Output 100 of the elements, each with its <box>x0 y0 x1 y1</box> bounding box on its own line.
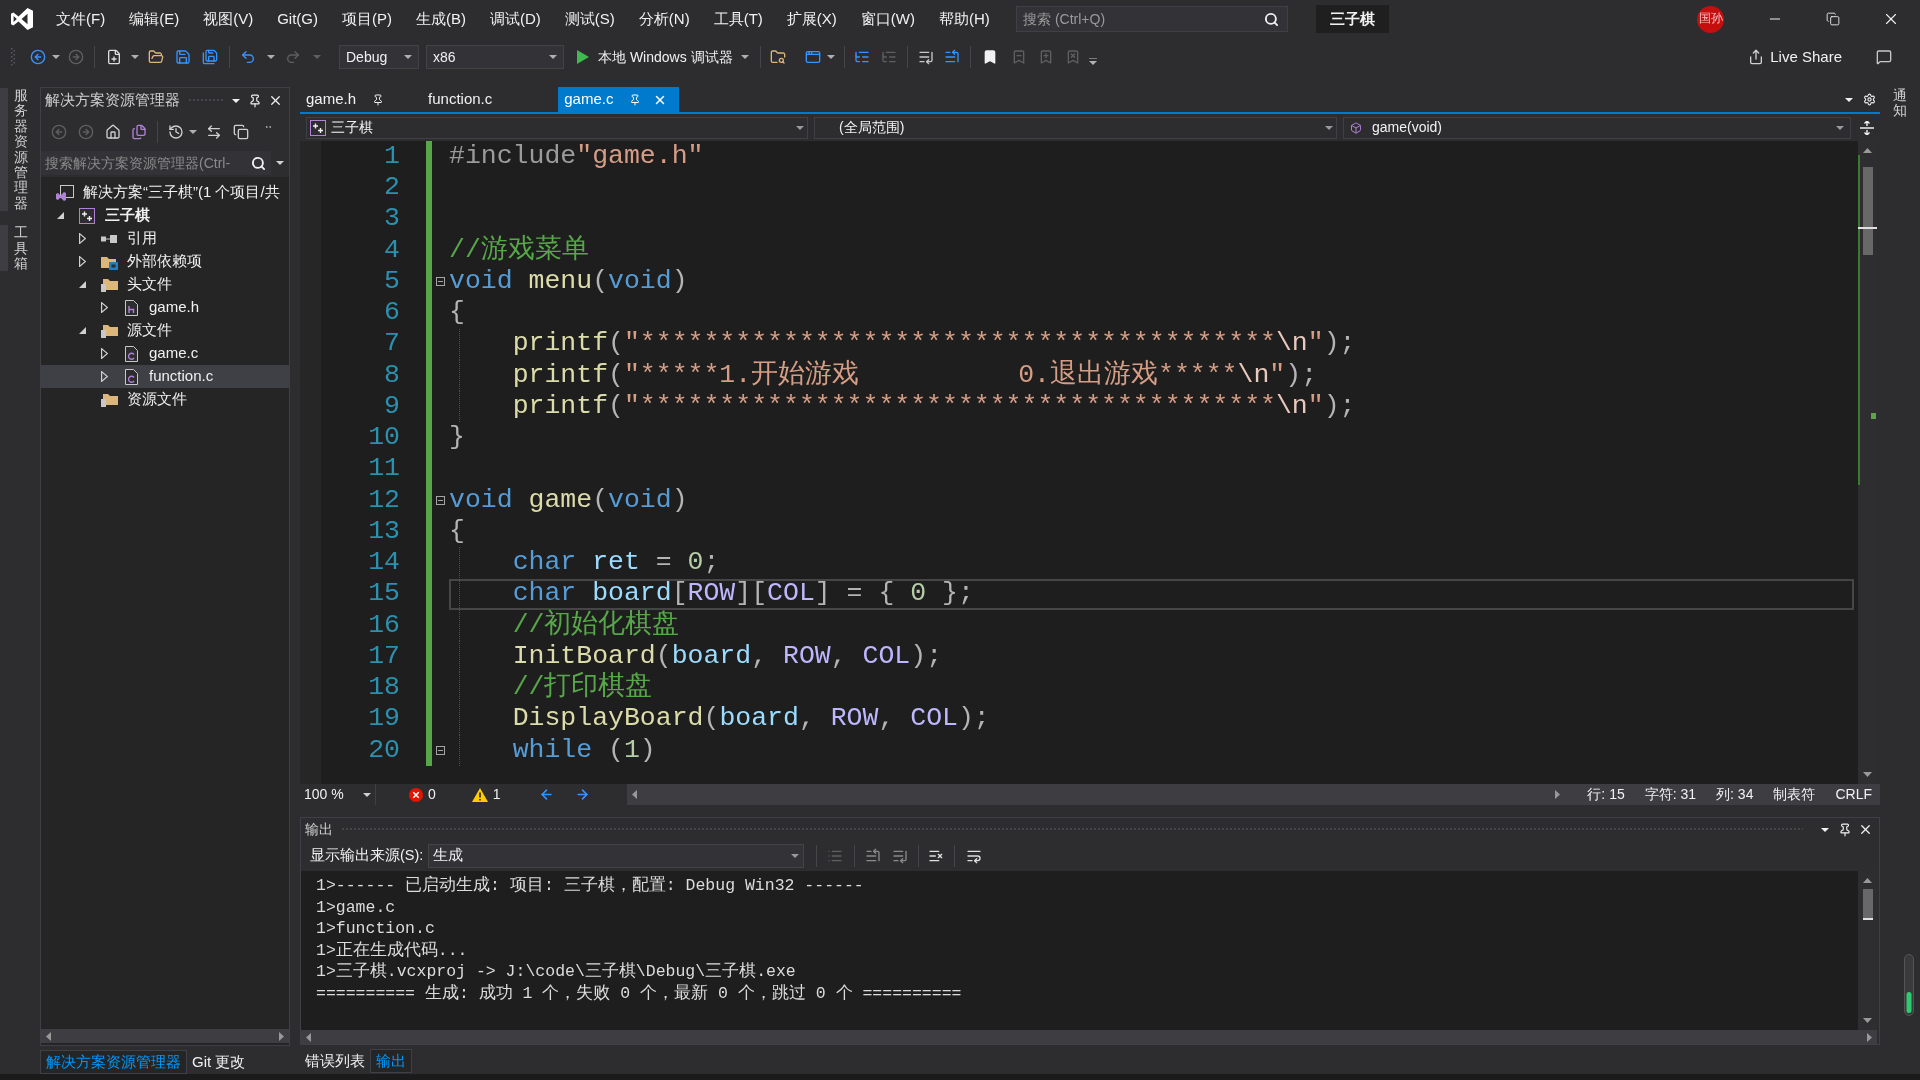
scroll-right-icon[interactable] <box>279 1031 284 1041</box>
app-window-icon[interactable] <box>804 49 821 65</box>
tree-item[interactable]: 资源文件 <box>41 388 289 411</box>
scope-dropdown[interactable]: (全局范围) <box>814 116 1337 139</box>
menu-item[interactable]: 编辑(E) <box>117 6 192 32</box>
menu-item[interactable]: 分析(N) <box>626 6 702 32</box>
menu-item[interactable]: 视图(V) <box>191 6 266 32</box>
menu-item[interactable]: Git(G) <box>265 6 330 32</box>
caret-icon[interactable] <box>1821 827 1829 832</box>
files-icon[interactable] <box>131 124 147 140</box>
swap-arrows-icon[interactable] <box>206 124 222 140</box>
menu-item[interactable]: 项目(P) <box>330 6 404 32</box>
collapsed-arrow-icon[interactable] <box>100 302 108 313</box>
menu-item[interactable]: 生成(B) <box>404 6 478 32</box>
tree-item[interactable]: function.c <box>41 365 289 388</box>
word-wrap-icon[interactable] <box>966 848 983 864</box>
tree-item[interactable]: 源文件 <box>41 319 289 342</box>
pin-icon[interactable] <box>1838 822 1852 837</box>
scrollbar-thumb[interactable] <box>1862 889 1873 920</box>
status-item[interactable]: 字符: 31 <box>1644 784 1697 805</box>
expanded-arrow-icon[interactable] <box>56 212 64 219</box>
clear-list-icon[interactable] <box>928 848 945 864</box>
member-dropdown[interactable]: game(void) <box>1343 116 1851 139</box>
start-debugging-button[interactable]: 本地 Windows 调试器 <box>574 44 752 70</box>
customize-caret-icon[interactable] <box>1088 57 1097 65</box>
list-tree-icon[interactable] <box>853 49 870 65</box>
tree-item[interactable]: 解决方案“三子棋”(1 个项目/共 <box>41 181 289 204</box>
project-dropdown[interactable]: 三子棋 <box>306 116 808 139</box>
collapsed-arrow-icon[interactable] <box>100 371 108 382</box>
collapse-icon[interactable] <box>436 277 445 287</box>
scroll-up-icon[interactable] <box>1863 878 1872 883</box>
side-tab[interactable]: 通知 <box>1893 88 1907 119</box>
home-icon[interactable] <box>105 124 121 140</box>
pin-icon[interactable] <box>248 93 262 108</box>
scroll-down-icon[interactable] <box>1863 1018 1872 1023</box>
menu-item[interactable]: 帮助(H) <box>926 6 1002 32</box>
caret-icon[interactable] <box>189 130 197 134</box>
scroll-right-icon[interactable] <box>1867 1032 1872 1042</box>
history-icon[interactable] <box>168 124 184 140</box>
panel-tab[interactable]: 输出 <box>370 1049 412 1073</box>
collapsed-arrow-icon[interactable] <box>100 348 108 359</box>
tree-item[interactable]: 头文件 <box>41 273 289 296</box>
caret-icon[interactable] <box>276 161 284 165</box>
settings-icon[interactable] <box>1863 93 1876 106</box>
search-field[interactable]: 搜索 (Ctrl+Q) <box>1017 7 1264 31</box>
editor-tab[interactable]: game.h <box>300 87 423 112</box>
message-icon[interactable] <box>1876 49 1892 65</box>
next-arrow-icon[interactable] <box>574 787 590 802</box>
caret-icon[interactable] <box>1845 97 1853 102</box>
close-icon[interactable] <box>1858 822 1873 837</box>
live-share-button[interactable]: Live Share <box>1744 44 1846 70</box>
collapse-icon[interactable] <box>436 745 445 755</box>
menu-item[interactable]: 工具(T) <box>701 6 775 32</box>
menu-item[interactable]: 文件(F) <box>44 6 118 32</box>
error-count[interactable]: 0 <box>428 784 436 805</box>
pin-icon[interactable] <box>372 93 385 106</box>
menu-item[interactable]: 测试(S) <box>552 6 627 32</box>
menu-item[interactable]: 窗口(W) <box>848 6 927 32</box>
menu-item[interactable]: 调试(D) <box>478 6 553 32</box>
vertical-scrollbar[interactable] <box>1858 871 1877 1030</box>
horizontal-scrollbar[interactable] <box>301 1030 1877 1044</box>
new-file-icon[interactable] <box>106 49 122 65</box>
platform-dropdown[interactable]: x86 <box>426 45 564 69</box>
collapse-icon[interactable] <box>436 495 445 505</box>
scroll-down-icon[interactable] <box>1863 772 1872 777</box>
collapsed-arrow-icon[interactable] <box>78 256 86 267</box>
restore-icon[interactable] <box>1826 12 1840 26</box>
open-folder-icon[interactable] <box>148 49 164 65</box>
tree-item[interactable]: game.c <box>41 342 289 365</box>
tree-item[interactable]: 引用 <box>41 227 289 250</box>
split-icon[interactable] <box>1860 120 1874 135</box>
panel-tab[interactable]: Git 更改 <box>187 1050 251 1074</box>
list-start-icon[interactable] <box>865 848 882 864</box>
list-end-icon[interactable] <box>917 49 934 65</box>
status-item[interactable]: 制表符 <box>1773 784 1816 805</box>
source-dropdown[interactable]: 生成 <box>428 844 805 868</box>
menu-item[interactable]: 扩展(X) <box>774 6 849 32</box>
stacked-squares-icon[interactable] <box>233 124 249 140</box>
status-item[interactable]: 行: 15 <box>1587 784 1625 805</box>
scroll-up-icon[interactable] <box>1863 148 1872 153</box>
collapsed-arrow-icon[interactable] <box>78 233 86 244</box>
configuration-dropdown[interactable]: Debug <box>339 45 419 69</box>
grip-icon[interactable] <box>11 48 15 66</box>
expanded-arrow-icon[interactable] <box>78 327 86 334</box>
search-box[interactable]: 搜索 (Ctrl+Q) <box>1016 6 1288 32</box>
tree-item[interactable]: 三子棋 <box>41 204 289 227</box>
save-icon[interactable] <box>175 49 191 65</box>
folder-search-icon[interactable] <box>769 49 786 65</box>
close-icon[interactable] <box>268 93 283 108</box>
account-avatar[interactable]: 国孙 <box>1697 5 1724 33</box>
caret-icon[interactable] <box>267 55 275 59</box>
list-end-icon[interactable] <box>892 848 909 864</box>
side-tab[interactable]: 工具箱 <box>0 225 30 272</box>
editor-tab[interactable]: function.c <box>422 87 559 112</box>
save-all-icon[interactable] <box>202 49 218 65</box>
caret-icon[interactable] <box>131 55 139 59</box>
search-icon[interactable] <box>1264 11 1279 27</box>
scroll-right-icon[interactable] <box>1555 790 1561 799</box>
panel-tab[interactable]: 解决方案资源管理器 <box>40 1050 187 1074</box>
expanded-arrow-icon[interactable] <box>78 281 86 288</box>
